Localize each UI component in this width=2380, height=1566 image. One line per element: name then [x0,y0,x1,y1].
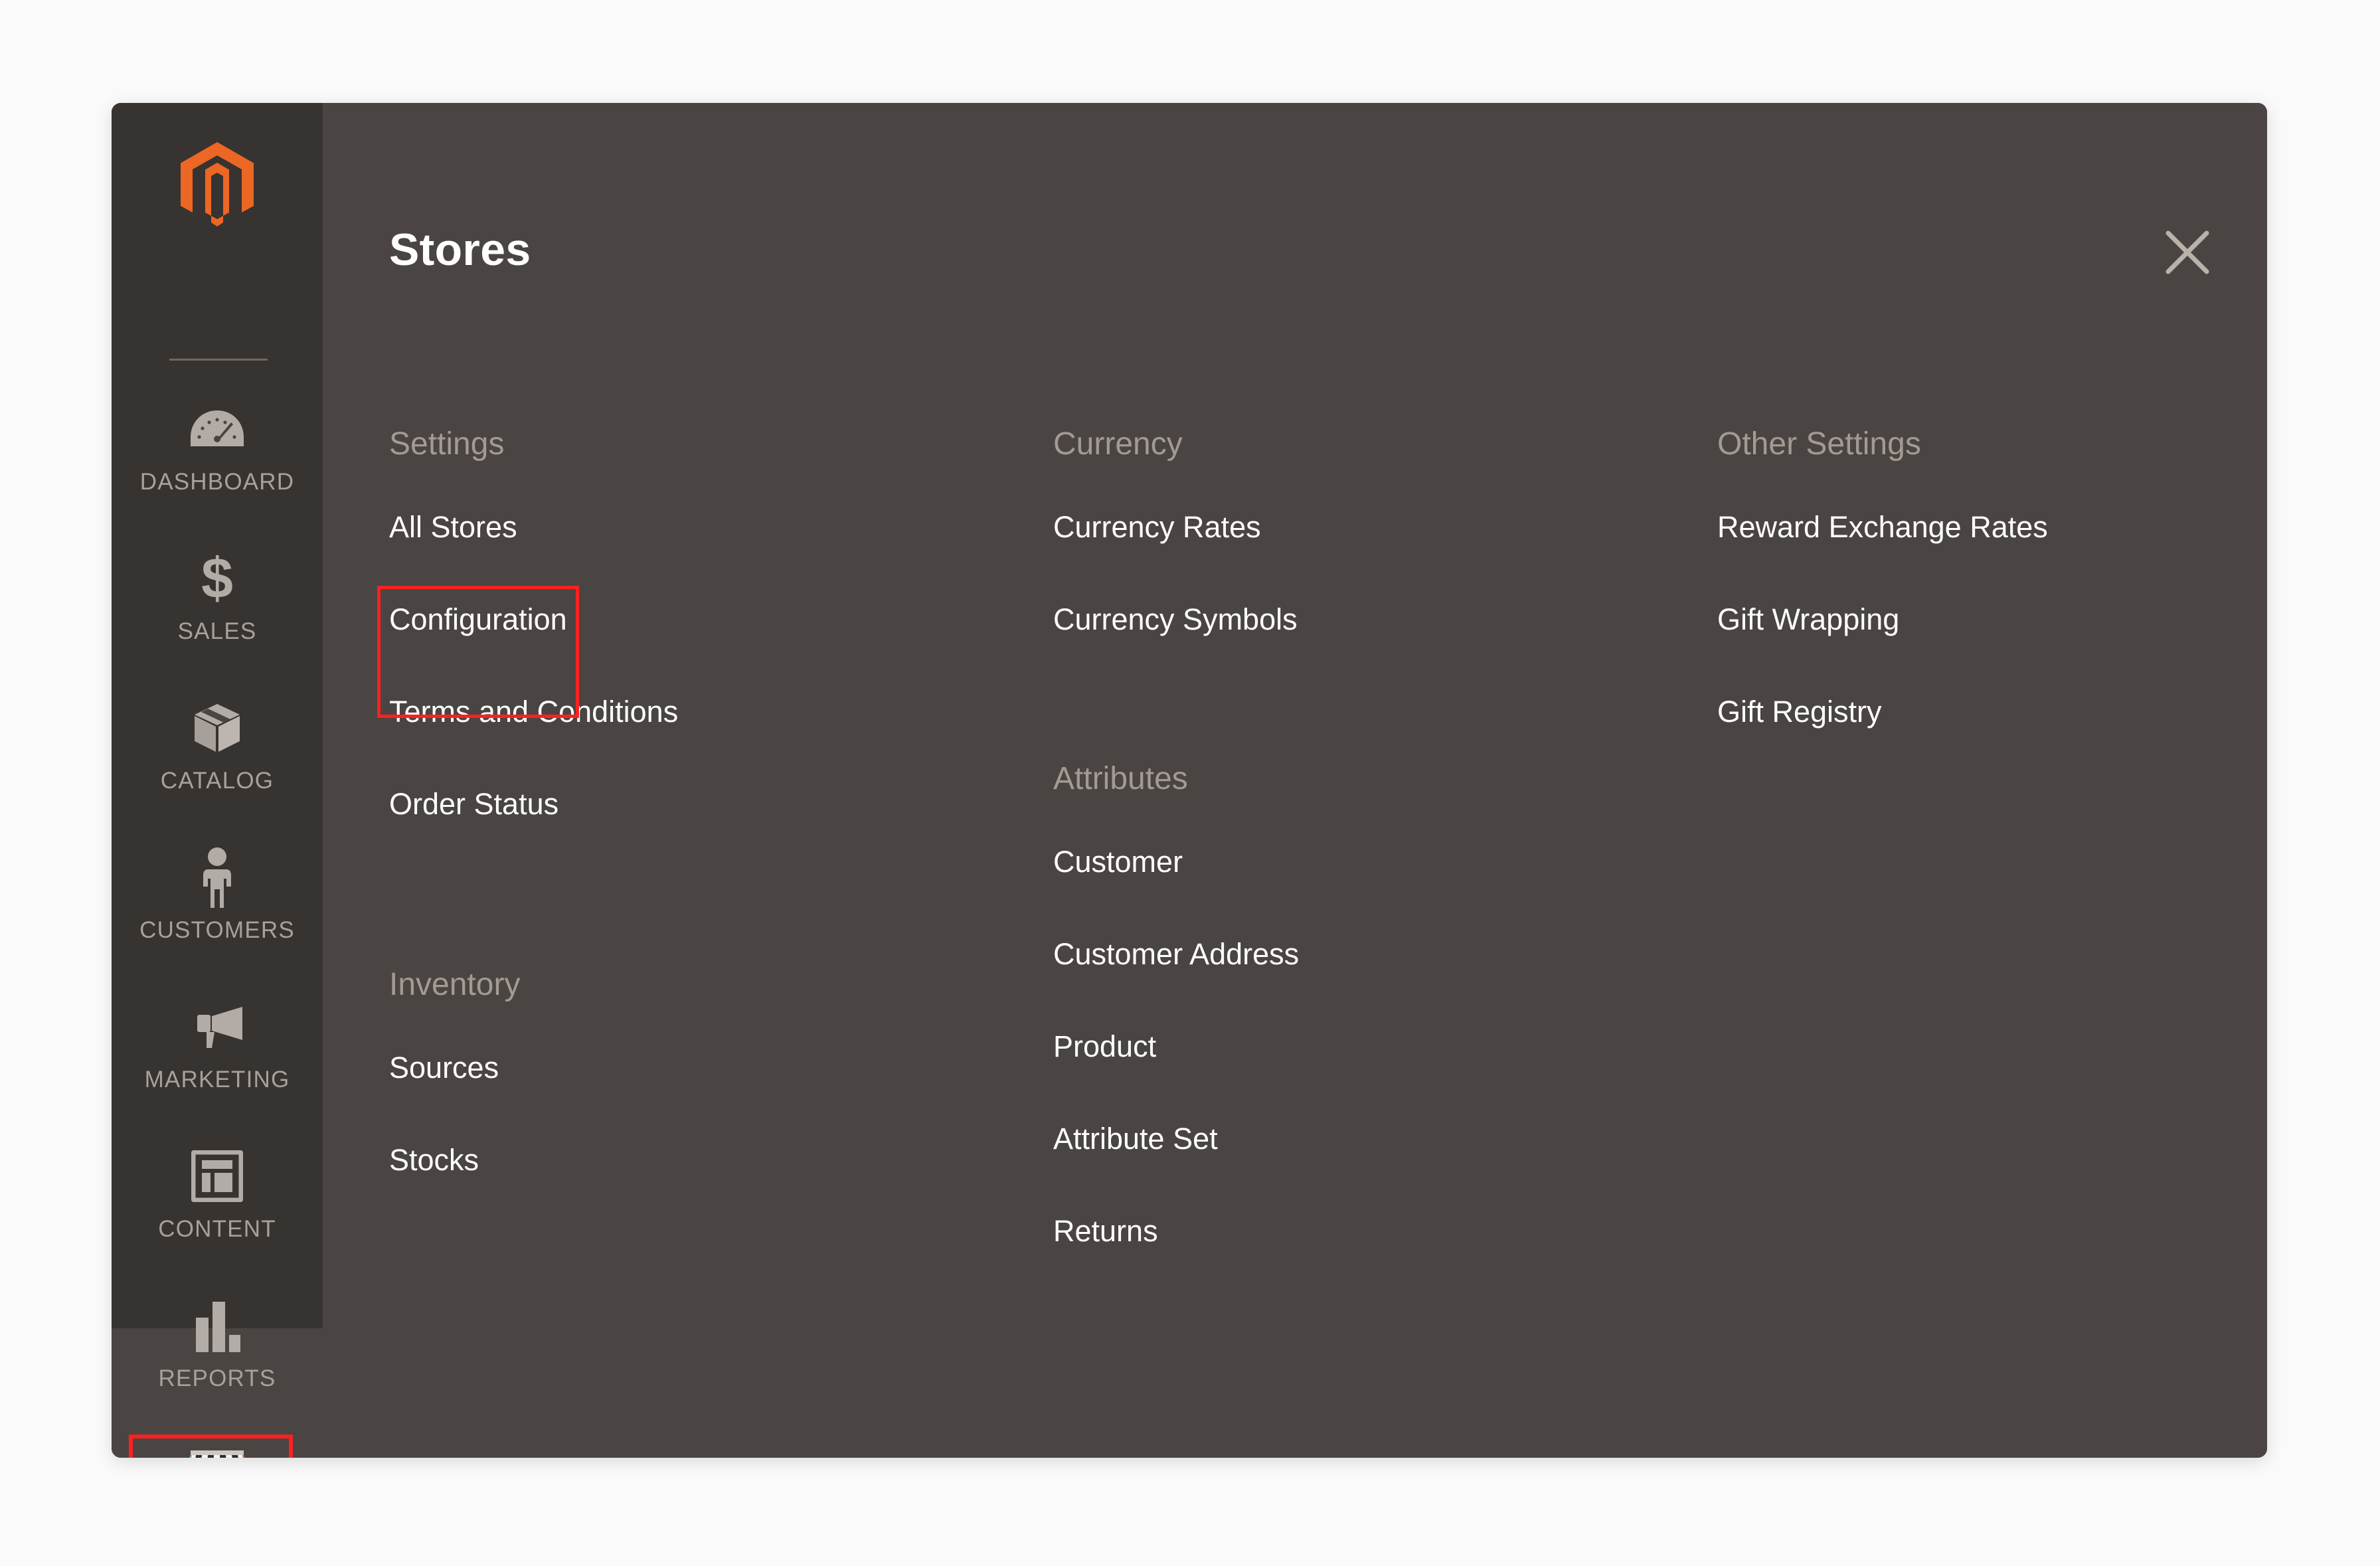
storefront-icon [185,1443,249,1458]
svg-text:$: $ [201,549,233,608]
configuration-highlight-box: Configuration [377,586,579,718]
menu-link-stocks[interactable]: Stocks [389,1145,479,1175]
menu-link-returns[interactable]: Returns [1053,1216,1158,1246]
sidebar-item-customers[interactable]: CUSTOMERS [112,833,323,983]
menu-link-customer[interactable]: Customer [1053,847,1183,877]
menu-link-all-stores[interactable]: All Stores [389,512,517,542]
sidebar-item-label: CATALOG [160,768,274,794]
sidebar-item-dashboard[interactable]: DASHBOARD [112,385,323,535]
menu-link-gift-registry[interactable]: Gift Registry [1717,697,1882,727]
sidebar-item-label: MARKETING [144,1067,290,1092]
bar-chart-icon [192,1294,242,1357]
layout-icon [191,1144,243,1208]
menu-link-gift-wrapping[interactable]: Gift Wrapping [1717,604,1899,634]
menu-group-other-settings: Other Settings Reward Exchange Rates Gif… [1717,428,2267,789]
sidebar-item-marketing[interactable]: MARKETING [112,983,323,1132]
sidebar-item-stores[interactable]: STORES [112,1431,323,1458]
menu-columns: Settings All Stores Configuration Terms … [377,426,2267,1308]
sidebar-nav-list: DASHBOARD $ SALES CATALOG CUSTOMERS MARK… [112,385,323,1458]
group-title: Attributes [1053,761,1188,796]
menu-link-attribute-set[interactable]: Attribute Set [1053,1124,1218,1154]
sidebar-item-label: DASHBOARD [139,469,295,495]
stores-menu-content: Stores Settings All Stores Configuration [323,103,2267,1458]
gauge-icon [189,397,245,461]
menu-link-reward-exchange-rates[interactable]: Reward Exchange Rates [1717,512,2048,542]
close-icon[interactable] [2158,222,2217,282]
megaphone-icon [189,995,245,1059]
sidebar-item-reports[interactable]: REPORTS [112,1282,323,1431]
menu-column-3: Other Settings Reward Exchange Rates Gif… [1717,428,2267,1308]
menu-link-customer-address[interactable]: Customer Address [1053,939,1299,969]
admin-sidebar: DASHBOARD $ SALES CATALOG CUSTOMERS MARK… [112,103,323,1458]
dollar-icon: $ [197,547,238,610]
menu-group-settings: Settings All Stores Configuration Terms … [377,426,1053,881]
sidebar-item-label: REPORTS [158,1365,276,1391]
menu-group-attributes: Attributes Customer Customer Address Pro… [1053,763,1717,1308]
menu-link-configuration[interactable]: Configuration [389,604,567,634]
screen-root: DASHBOARD $ SALES CATALOG CUSTOMERS MARK… [0,0,2380,1566]
sidebar-item-sales[interactable]: $ SALES [112,535,323,684]
menu-link-currency-rates[interactable]: Currency Rates [1053,512,1261,542]
sidebar-item-label: CUSTOMERS [139,917,295,943]
menu-link-sources[interactable]: Sources [389,1053,499,1083]
box-icon [191,696,244,760]
group-title: Inventory [389,967,521,1002]
sidebar-divider [169,359,268,361]
sidebar-item-content[interactable]: CONTENT [112,1132,323,1282]
menu-link-terms-and-conditions[interactable]: Terms and Conditions [389,697,678,727]
menu-link-order-status[interactable]: Order Status [389,789,558,819]
menu-group-inventory: Inventory Sources Stocks [389,969,1053,1237]
sidebar-item-label: CONTENT [158,1216,276,1242]
group-title: Other Settings [1717,426,1921,462]
menu-group-currency: Currency Currency Rates Currency Symbols [1053,428,1717,697]
group-title: Settings [389,426,505,462]
page-title: Stores [389,224,531,275]
person-icon [197,845,238,909]
menu-column-1: Settings All Stores Configuration Terms … [377,426,1053,1308]
menu-link-product[interactable]: Product [1053,1031,1156,1061]
sidebar-item-label: SALES [177,618,257,644]
stores-flyout-panel: DASHBOARD $ SALES CATALOG CUSTOMERS MARK… [112,103,2267,1458]
sidebar-item-catalog[interactable]: CATALOG [112,684,323,833]
group-title: Currency [1053,426,1183,462]
magento-logo-icon[interactable] [112,103,323,266]
menu-link-currency-symbols[interactable]: Currency Symbols [1053,604,1298,634]
menu-column-2: Currency Currency Rates Currency Symbols… [1053,428,1717,1308]
